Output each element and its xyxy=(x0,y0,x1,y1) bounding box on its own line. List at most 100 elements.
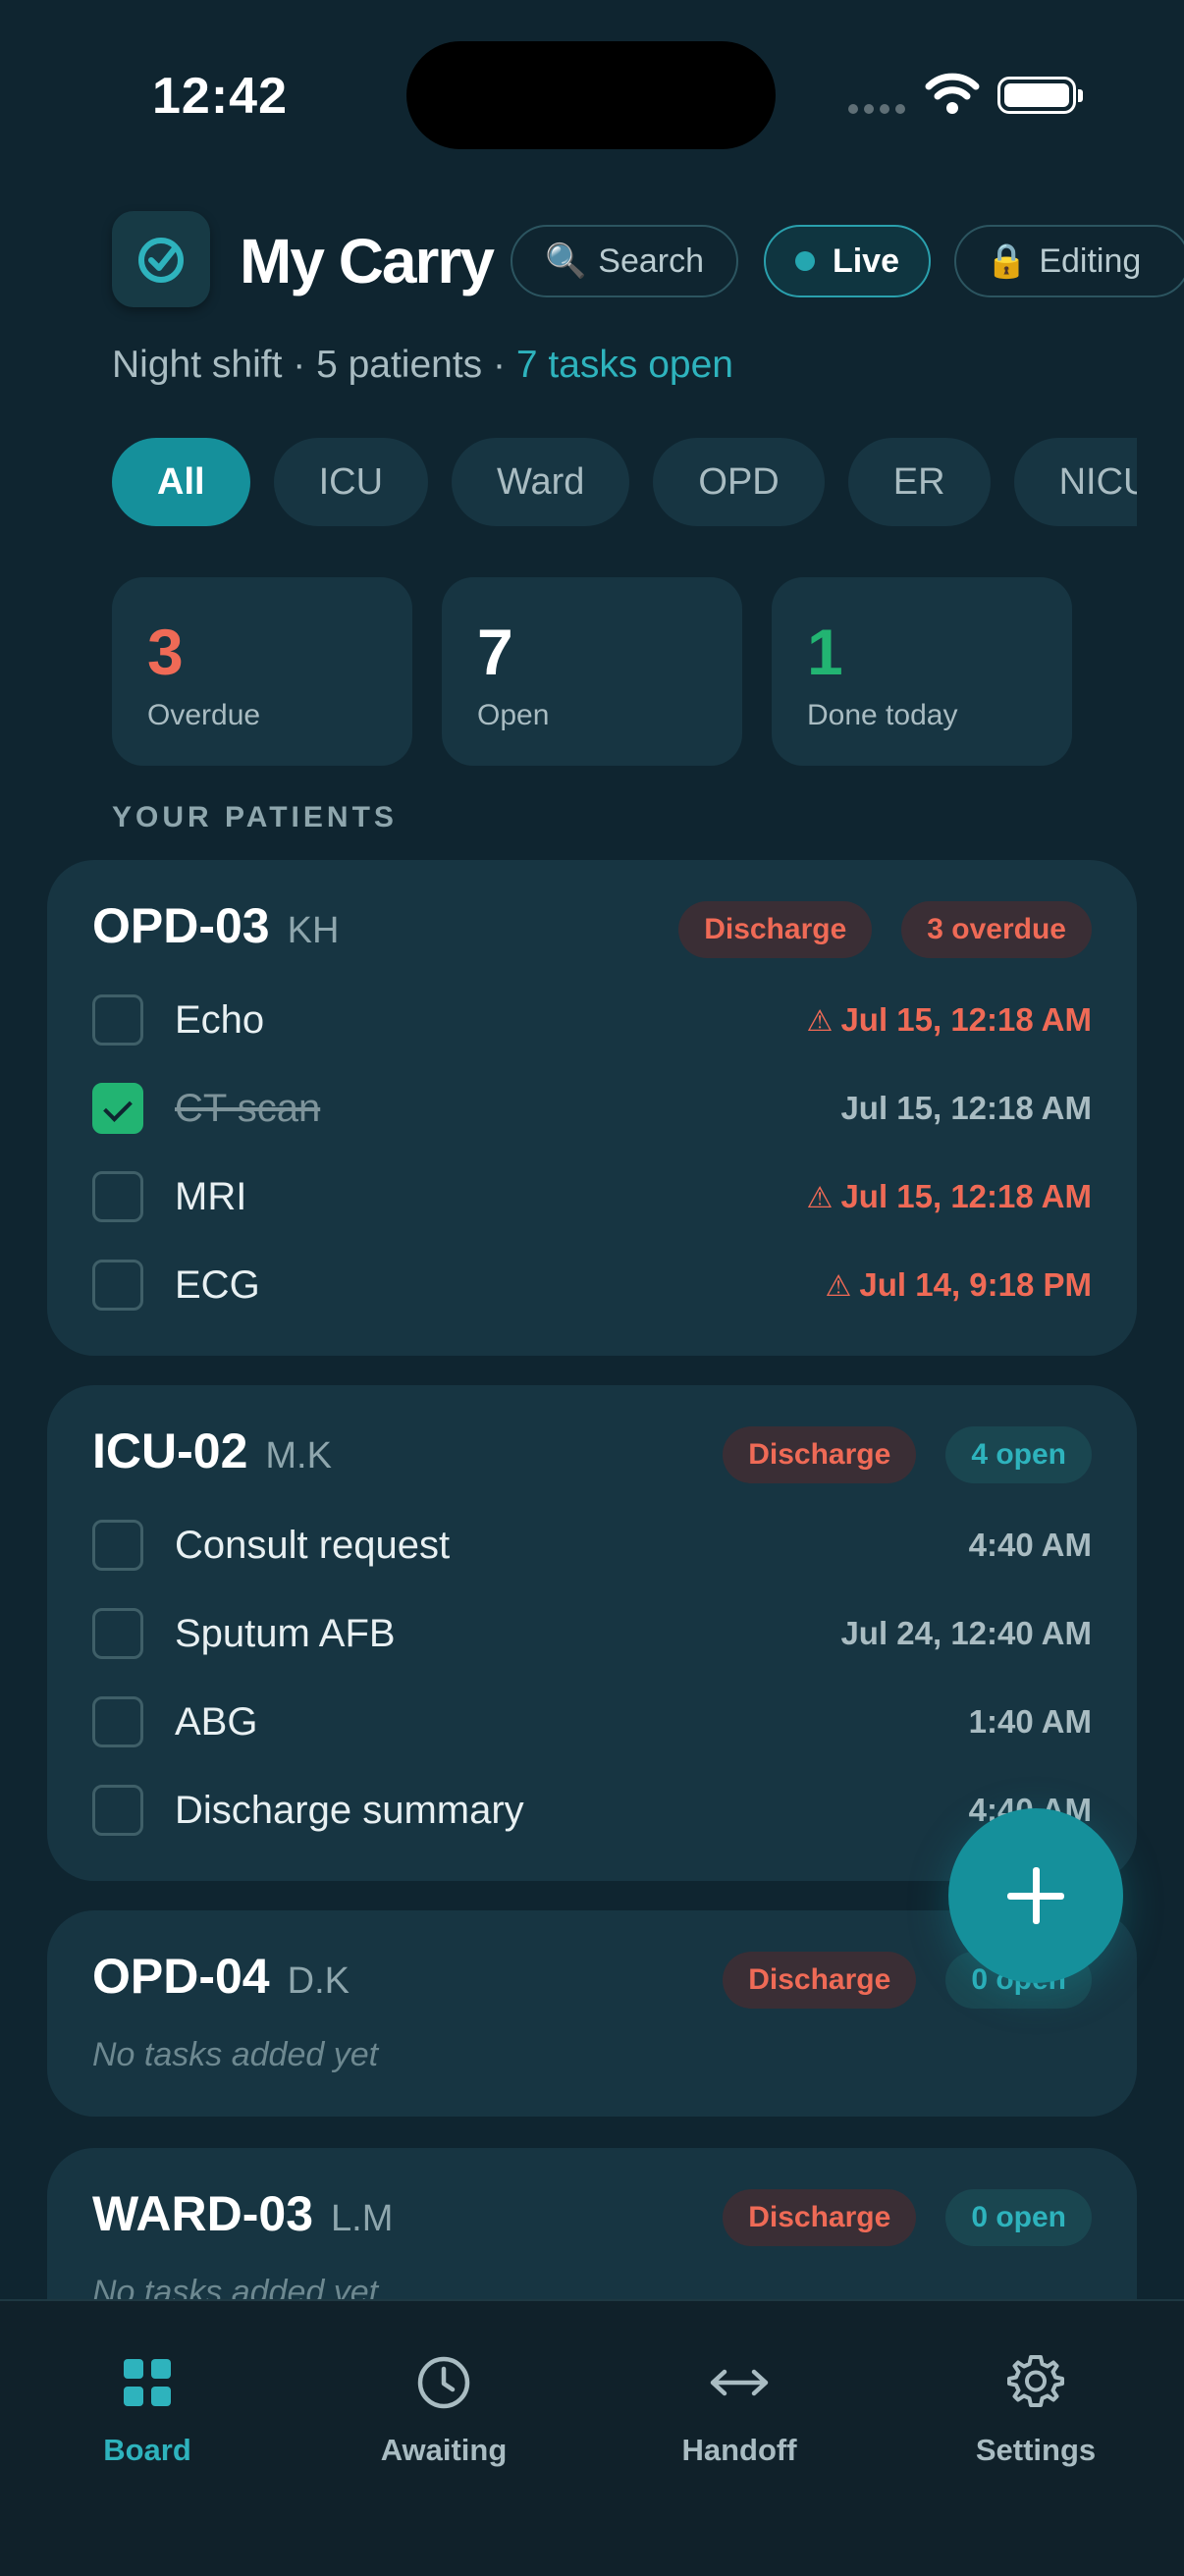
swap-arrows-icon xyxy=(592,2348,887,2417)
live-dot-icon xyxy=(794,251,815,271)
filter-chip-er[interactable]: ER xyxy=(847,438,991,526)
bed-label: OPD-03 xyxy=(92,898,270,953)
task-due-text: Jul 14, 9:18 PM xyxy=(859,1266,1092,1303)
task-row[interactable]: Discharge summary 4:40 AM xyxy=(92,1781,1092,1840)
task-due-text: Jul 15, 12:18 AM xyxy=(840,1178,1092,1214)
patient-header: ICU-02 M.K Discharge 4 open xyxy=(92,1422,1092,1485)
stat-card-done-today[interactable]: 1 Done today xyxy=(772,577,1072,766)
overdue-badge: 3 overdue xyxy=(901,901,1092,958)
search-button[interactable]: 🔍 Search xyxy=(511,225,738,297)
tab-board[interactable]: Board xyxy=(0,2348,295,2468)
shift-summary: Night shift · 5 patients · 7 tasks open xyxy=(112,344,733,387)
bottom-tab-bar: Board Awaiting Handoff Settings xyxy=(0,2299,1184,2576)
task-row[interactable]: ECG ⚠ Jul 14, 9:18 PM xyxy=(92,1256,1092,1315)
task-name: Discharge summary xyxy=(175,1788,524,1832)
tab-label: Handoff xyxy=(681,2433,797,2467)
stat-value: 1 xyxy=(807,616,843,688)
stats-row: 3 Overdue 7 Open 1 Done today xyxy=(112,577,1072,766)
discharge-badge[interactable]: Discharge xyxy=(723,1426,917,1483)
grid-icon xyxy=(0,2348,295,2417)
task-checkbox[interactable] xyxy=(92,1785,143,1836)
task-checkbox[interactable] xyxy=(92,1260,143,1311)
filter-chip-all[interactable]: All xyxy=(112,438,250,526)
patient-initials: L.M xyxy=(331,2198,394,2239)
stat-value: 3 xyxy=(147,616,184,688)
task-row[interactable]: CT scan Jul 15, 12:18 AM xyxy=(92,1079,1092,1138)
bed-label: ICU-02 xyxy=(92,1423,248,1478)
task-due-date: ⚠ Jul 15, 12:18 AM xyxy=(807,1178,1092,1215)
task-due-date: Jul 15, 12:18 AM xyxy=(840,1090,1092,1126)
filter-chips: All ICU Ward OPD ER NICU xyxy=(112,438,1137,526)
tasks-open-link[interactable]: 7 tasks open xyxy=(516,344,733,386)
dynamic-island xyxy=(406,41,776,149)
section-heading: YOUR PATIENTS xyxy=(112,801,398,833)
task-checkbox[interactable] xyxy=(92,1608,143,1659)
app-logo-icon xyxy=(112,211,210,307)
bed-label: WARD-03 xyxy=(92,2186,314,2241)
tab-handoff[interactable]: Handoff xyxy=(592,2348,887,2468)
wifi-icon xyxy=(925,73,980,114)
live-label: Live xyxy=(832,242,900,280)
task-due-date: 4:40 AM xyxy=(968,1527,1092,1563)
discharge-badge[interactable]: Discharge xyxy=(678,901,873,958)
tab-label: Awaiting xyxy=(380,2433,508,2467)
discharge-badge[interactable]: Discharge xyxy=(723,1952,917,2009)
editing-label: Editing xyxy=(1039,242,1142,280)
filter-chip-icu[interactable]: ICU xyxy=(273,438,429,526)
filter-chip-nicu[interactable]: NICU xyxy=(1013,438,1137,526)
search-icon: 🔍 xyxy=(544,242,587,280)
task-checkbox[interactable] xyxy=(92,1520,143,1571)
add-task-button[interactable] xyxy=(948,1808,1123,1983)
task-row[interactable]: MRI ⚠ Jul 15, 12:18 AM xyxy=(92,1167,1092,1226)
task-checkbox[interactable] xyxy=(92,994,143,1046)
stat-label: Open xyxy=(477,699,550,731)
page-title: My Carry xyxy=(240,226,495,296)
task-checkbox[interactable] xyxy=(92,1696,143,1747)
warning-icon: ⚠ xyxy=(825,1270,852,1303)
task-name: Sputum AFB xyxy=(175,1611,396,1655)
task-due-date: ⚠ Jul 14, 9:18 PM xyxy=(825,1266,1092,1304)
patient-card[interactable]: ICU-02 M.K Discharge 4 open Consult reque… xyxy=(47,1385,1137,1881)
bed-label: OPD-04 xyxy=(92,1949,270,2004)
status-time: 12:42 xyxy=(152,68,288,125)
discharge-badge[interactable]: Discharge xyxy=(723,2189,917,2246)
task-name: ABG xyxy=(175,1699,258,1744)
patient-header: WARD-03 L.M Discharge 0 open xyxy=(92,2185,1092,2248)
task-name: ECG xyxy=(175,1262,260,1307)
task-row[interactable]: Consult request 4:40 AM xyxy=(92,1516,1092,1575)
patient-card[interactable]: OPD-03 KH Discharge 3 overdue Echo ⚠ Jul 1… xyxy=(47,860,1137,1356)
battery-icon xyxy=(997,77,1083,114)
stat-card-overdue[interactable]: 3 Overdue xyxy=(112,577,412,766)
tab-awaiting[interactable]: Awaiting xyxy=(296,2348,591,2468)
patient-header: OPD-03 KH Discharge 3 overdue xyxy=(92,897,1092,960)
live-toggle[interactable]: Live xyxy=(764,225,931,297)
task-due-date: 1:40 AM xyxy=(968,1703,1092,1740)
editing-toggle[interactable]: 🔒 Editing xyxy=(954,225,1184,297)
open-count-badge: 4 open xyxy=(945,1426,1092,1483)
signal-icon xyxy=(848,104,905,114)
task-row[interactable]: Sputum AFB Jul 24, 12:40 AM xyxy=(92,1604,1092,1663)
task-row[interactable]: Echo ⚠ Jul 15, 12:18 AM xyxy=(92,991,1092,1049)
task-row[interactable]: ABG 1:40 AM xyxy=(92,1692,1092,1751)
empty-tasks-message: No tasks added yet xyxy=(92,2036,379,2073)
gear-icon xyxy=(888,2348,1183,2417)
stat-card-open[interactable]: 7 Open xyxy=(442,577,742,766)
tab-settings[interactable]: Settings xyxy=(888,2348,1183,2468)
task-checkbox[interactable] xyxy=(92,1171,143,1222)
lock-icon: 🔒 xyxy=(986,242,1028,280)
patient-initials: M.K xyxy=(265,1435,332,1476)
stat-value: 7 xyxy=(477,616,513,688)
tab-label: Settings xyxy=(975,2433,1097,2467)
filter-chip-opd[interactable]: OPD xyxy=(653,438,825,526)
status-bar: 12:42 xyxy=(0,0,1184,177)
stat-label: Done today xyxy=(807,699,958,731)
task-due-date: ⚠ Jul 15, 12:18 AM xyxy=(807,1001,1092,1039)
warning-icon: ⚠ xyxy=(806,1182,834,1214)
task-checkbox-checked[interactable] xyxy=(92,1083,143,1134)
task-due-date: Jul 24, 12:40 AM xyxy=(840,1615,1092,1651)
open-count-badge: 0 open xyxy=(945,2189,1092,2246)
patient-header: OPD-04D.K Discharge 0 open xyxy=(92,1948,1092,2011)
tab-label: Board xyxy=(103,2433,191,2467)
warning-icon: ⚠ xyxy=(806,1005,834,1038)
filter-chip-ward[interactable]: Ward xyxy=(452,438,630,526)
